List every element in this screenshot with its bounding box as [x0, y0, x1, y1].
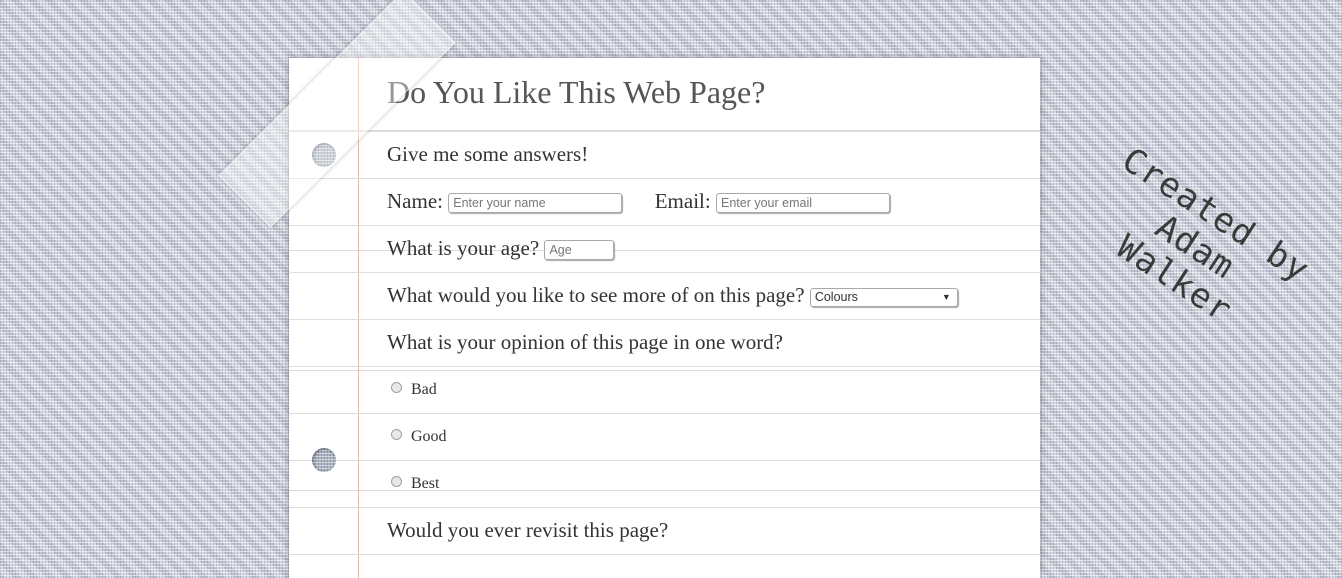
radio-button[interactable]: [391, 475, 402, 487]
rule-line: [289, 272, 1040, 273]
rule-line: [289, 178, 1040, 179]
rule-line: [289, 507, 1040, 508]
radio-label: Bad: [411, 381, 437, 398]
email-label: Email:: [654, 189, 711, 213]
rule-line: [289, 460, 1040, 461]
radio-option-bad[interactable]: Bad: [391, 381, 437, 399]
name-input[interactable]: [448, 193, 623, 214]
survey-paper: Do You Like This Web Page? Give me some …: [289, 58, 1040, 578]
rule-line: [289, 366, 1040, 367]
radio-button[interactable]: [391, 428, 402, 440]
more-row: What would you like to see more of on th…: [387, 283, 958, 308]
name-email-row: Name: Email:: [387, 189, 890, 214]
radio-label: Good: [411, 428, 447, 445]
age-label: What is your age?: [387, 236, 540, 260]
radio-button[interactable]: [391, 381, 402, 393]
rule-line: [289, 225, 1040, 226]
rule-line: [289, 413, 1040, 414]
more-label: What would you like to see more of on th…: [387, 283, 805, 307]
page-title: Do You Like This Web Page?: [387, 74, 766, 110]
rule-line: [289, 319, 1040, 320]
signature: Created by Adam Walker: [1068, 137, 1323, 358]
chevron-down-icon: ▼: [941, 291, 951, 302]
radio-option-good[interactable]: Good: [391, 428, 447, 446]
opinion-label: What is your opinion of this page in one…: [387, 330, 784, 354]
age-row: What is your age?: [387, 236, 615, 261]
radio-option-best[interactable]: Best: [391, 475, 439, 493]
more-select[interactable]: Colours ▼: [809, 287, 958, 307]
email-input[interactable]: [715, 193, 890, 214]
rule-line: [289, 554, 1040, 555]
name-label: Name:: [387, 189, 443, 213]
revisit-label: Would you ever revisit this page?: [387, 518, 669, 542]
radio-label: Best: [411, 475, 440, 492]
binder-hole: [312, 448, 336, 472]
intro-text: Give me some answers!: [387, 142, 589, 166]
more-select-value: Colours: [814, 289, 858, 304]
rule-line: [289, 131, 1040, 132]
age-input[interactable]: [544, 240, 615, 261]
